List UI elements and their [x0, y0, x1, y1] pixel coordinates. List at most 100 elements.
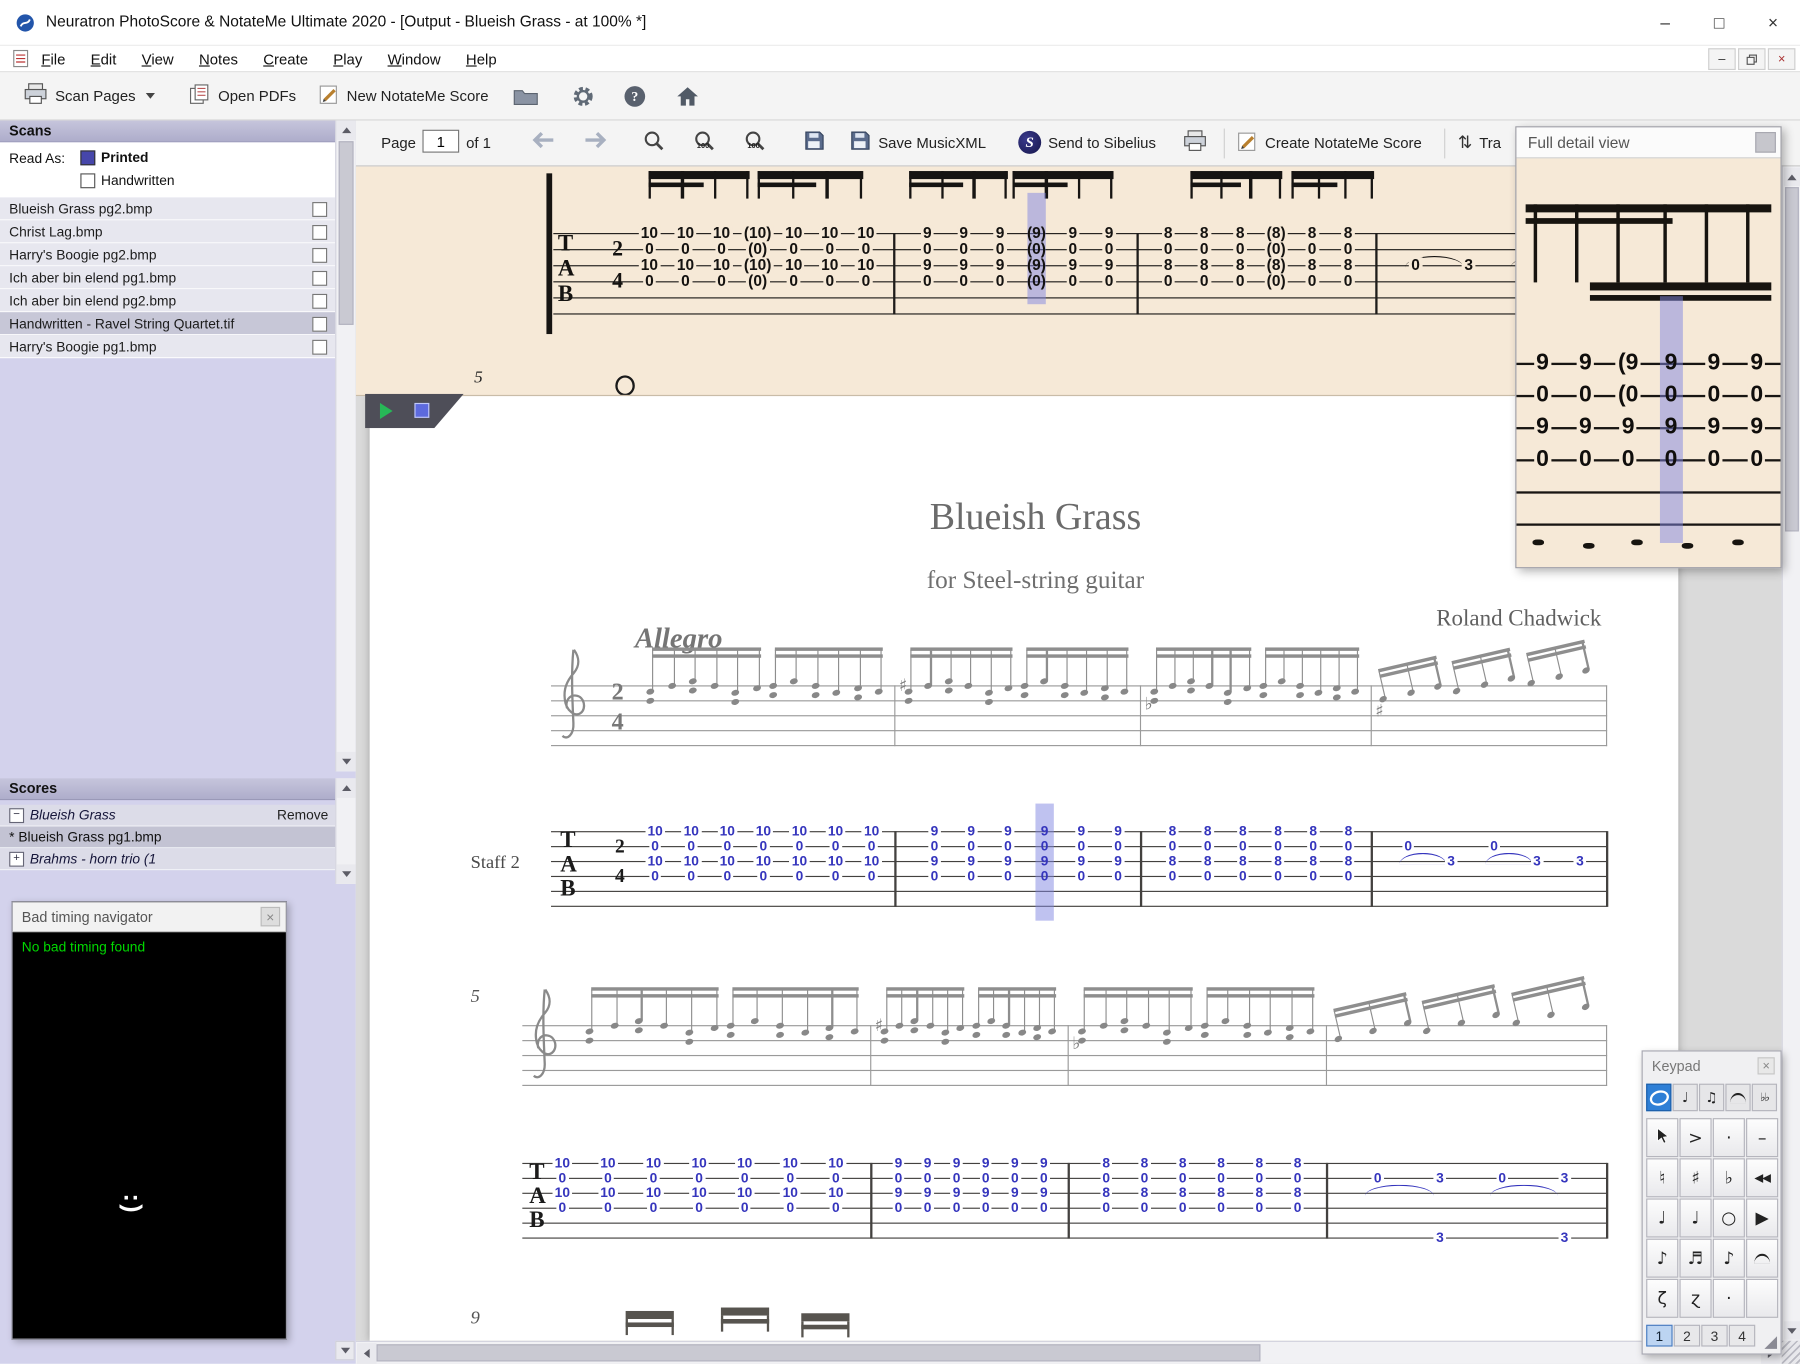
- keypad-play[interactable]: ▶: [1746, 1198, 1779, 1238]
- scroll-down-icon[interactable]: [336, 751, 356, 772]
- keypad-half-note[interactable]: ♩: [1679, 1198, 1712, 1238]
- keypad-stem-tool[interactable]: ♩: [1672, 1083, 1698, 1112]
- scans-scrollbar[interactable]: [335, 120, 356, 772]
- detail-panel-header[interactable]: Full detail view: [1516, 127, 1781, 159]
- close-icon[interactable]: [1755, 132, 1776, 153]
- keypad-tie-tool[interactable]: [1725, 1083, 1751, 1112]
- keypad-staccato[interactable]: ·: [1712, 1118, 1745, 1158]
- send-to-sibelius-button[interactable]: S Send to Sibelius: [1018, 127, 1156, 157]
- resize-grip[interactable]: [1781, 1340, 1800, 1364]
- keypad-pointer-tool[interactable]: [1646, 1118, 1679, 1158]
- keypad-beam-tool[interactable]: ♫: [1698, 1083, 1725, 1112]
- remove-score-button[interactable]: Remove: [277, 807, 328, 823]
- close-button[interactable]: ×: [1746, 0, 1800, 46]
- scan-file-checkbox[interactable]: [312, 316, 328, 332]
- minimize-button[interactable]: –: [1638, 0, 1692, 46]
- close-icon[interactable]: ×: [260, 906, 281, 927]
- menu-file[interactable]: File: [41, 50, 65, 67]
- keypad-accent[interactable]: >: [1679, 1118, 1712, 1158]
- keypad-tab-2[interactable]: 2: [1673, 1324, 1701, 1347]
- keypad-tab-3[interactable]: 3: [1701, 1324, 1728, 1347]
- zoom-in-icon[interactable]: 100: [693, 130, 716, 159]
- scan-pages-button[interactable]: Scan Pages: [16, 78, 162, 112]
- print-icon[interactable]: [1182, 130, 1207, 158]
- expand-corner-icon[interactable]: [1764, 1336, 1778, 1349]
- menu-edit[interactable]: Edit: [91, 50, 117, 67]
- close-icon[interactable]: ×: [1757, 1057, 1775, 1075]
- menu-window[interactable]: Window: [388, 50, 441, 67]
- chevron-down-icon[interactable]: [145, 92, 156, 99]
- scan-file-checkbox[interactable]: [312, 293, 328, 309]
- keypad-tie[interactable]: [1746, 1238, 1779, 1278]
- menu-view[interactable]: View: [142, 50, 174, 67]
- child-restore-button[interactable]: [1738, 48, 1766, 71]
- scan-file-row[interactable]: Ich aber bin elend pg1.bmp: [0, 266, 336, 290]
- keypad-double-flat-tool[interactable]: ♭♭: [1751, 1083, 1778, 1112]
- scroll-down-icon[interactable]: [1783, 1321, 1800, 1340]
- zoom-out-icon[interactable]: 100: [744, 130, 767, 159]
- scores-scrollbar[interactable]: [335, 778, 356, 884]
- open-folder-icon[interactable]: [509, 80, 543, 112]
- keypad-grace-note[interactable]: ♪: [1712, 1238, 1745, 1278]
- home-icon[interactable]: [670, 80, 704, 112]
- child-close-button[interactable]: ×: [1767, 48, 1796, 71]
- child-minimize-button[interactable]: –: [1708, 48, 1736, 71]
- scan-file-checkbox[interactable]: [312, 201, 328, 217]
- keypad-panel[interactable]: Keypad × ♩ ♫ ♭♭ > · – ♮ ♯ ♭ ◀◀ ♩ ♩ ○ ▶ ♪ ♬ ♪ ζ ɀ · 1234: [1641, 1050, 1782, 1355]
- keypad-sixteenth-note[interactable]: ♬: [1679, 1238, 1712, 1278]
- scan-file-row[interactable]: Ich aber bin elend pg2.bmp: [0, 289, 336, 313]
- scan-file-row[interactable]: Harry's Boogie pg2.bmp: [0, 243, 336, 267]
- printed-checkbox[interactable]: [80, 150, 96, 166]
- play-icon[interactable]: [379, 402, 393, 420]
- keypad-quarter-rest[interactable]: ζ: [1646, 1278, 1679, 1318]
- back-arrow-icon[interactable]: [528, 130, 556, 156]
- score-row[interactable]: − Blueish Grass Remove: [0, 804, 336, 827]
- scan-file-checkbox[interactable]: [312, 247, 328, 263]
- transpose-button[interactable]: ⇅ Tra: [1458, 127, 1501, 157]
- keypad-tenuto[interactable]: –: [1746, 1118, 1779, 1158]
- zoom-tool-icon[interactable]: [643, 130, 666, 159]
- keypad-header[interactable]: Keypad ×: [1643, 1052, 1781, 1082]
- keypad-rewind[interactable]: ◀◀: [1746, 1158, 1779, 1198]
- scan-file-checkbox[interactable]: [312, 270, 328, 286]
- keypad-augmentation-dot[interactable]: ·: [1712, 1278, 1745, 1318]
- scan-file-checkbox[interactable]: [312, 224, 328, 240]
- scan-file-row[interactable]: Handwritten - Ravel String Quartet.tif: [0, 312, 336, 336]
- handwritten-checkbox[interactable]: [80, 173, 96, 189]
- keypad-tab-1[interactable]: 1: [1646, 1324, 1673, 1347]
- scroll-up-icon[interactable]: [336, 778, 356, 798]
- keypad-blank[interactable]: [1746, 1278, 1779, 1318]
- page-number-input[interactable]: [422, 129, 460, 153]
- vertical-scrollbar[interactable]: [1781, 166, 1800, 1341]
- menu-notes[interactable]: Notes: [199, 50, 238, 67]
- maximize-button[interactable]: □: [1692, 0, 1746, 46]
- keypad-quarter-note[interactable]: ♩: [1646, 1198, 1679, 1238]
- expand-icon[interactable]: +: [9, 851, 25, 867]
- gear-icon[interactable]: [566, 80, 600, 112]
- scroll-up-icon[interactable]: [1783, 167, 1800, 186]
- bad-timing-header[interactable]: Bad timing navigator ×: [12, 902, 286, 933]
- keypad-sharp[interactable]: ♯: [1679, 1158, 1712, 1198]
- open-pdfs-button[interactable]: Open PDFs: [181, 78, 303, 112]
- score-row[interactable]: + Brahms - horn trio (1: [0, 848, 336, 871]
- horizontal-scrollbar[interactable]: [355, 1340, 1782, 1364]
- scan-file-row[interactable]: Harry's Boogie pg1.bmp: [0, 335, 336, 359]
- scroll-up-icon[interactable]: [336, 120, 356, 141]
- keypad-tab-4[interactable]: 4: [1728, 1324, 1756, 1347]
- scroll-down-icon[interactable]: [336, 864, 356, 884]
- forward-arrow-icon[interactable]: [583, 130, 611, 156]
- full-detail-view-panel[interactable]: Full detail view 9 0 9 0 9 0 9 0 (9 (0 9 0 9 0 9 0 9 0 9 0 9…: [1515, 126, 1782, 569]
- scroll-down-icon[interactable]: [335, 1340, 355, 1361]
- create-notateme-button[interactable]: Create NotateMe Score: [1238, 127, 1422, 157]
- new-notateme-button[interactable]: New NotateMe Score: [312, 78, 495, 112]
- menu-help[interactable]: Help: [466, 50, 497, 67]
- keypad-flat[interactable]: ♭: [1712, 1158, 1745, 1198]
- score-row[interactable]: * Blueish Grass pg1.bmp: [0, 826, 336, 849]
- help-icon[interactable]: ?: [618, 80, 652, 112]
- keypad-eighth-rest[interactable]: ɀ: [1679, 1278, 1712, 1318]
- save-musicxml-button[interactable]: Save MusicXML: [849, 127, 986, 157]
- menu-play[interactable]: Play: [333, 50, 362, 67]
- collapse-icon[interactable]: −: [9, 807, 25, 823]
- scan-file-checkbox[interactable]: [312, 339, 328, 355]
- keypad-notehead-tool[interactable]: [1646, 1083, 1672, 1112]
